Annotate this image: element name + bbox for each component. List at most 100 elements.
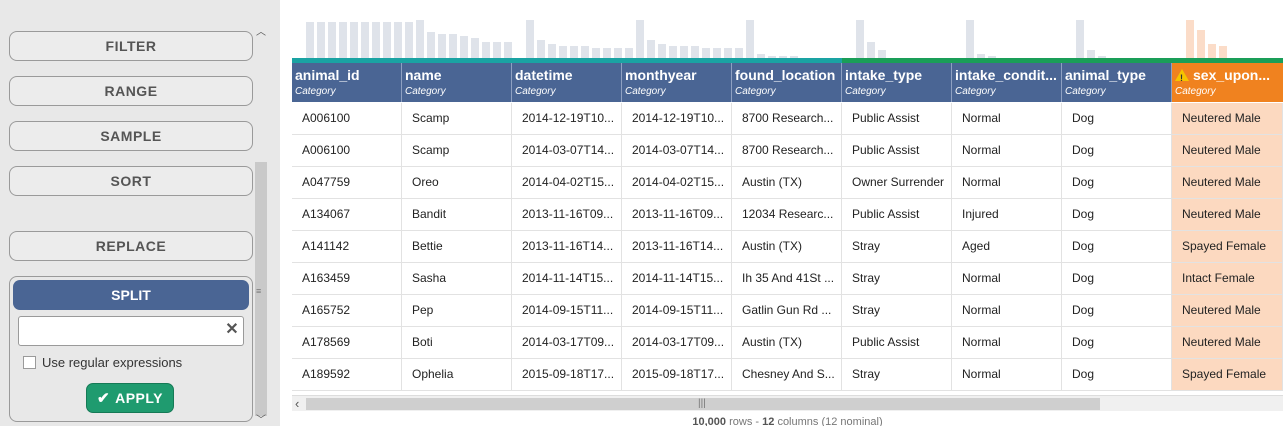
replace-button[interactable]: REPLACE — [9, 231, 253, 261]
table-cell[interactable]: 2015-09-18T17... — [622, 359, 732, 391]
table-cell[interactable]: A141142 — [292, 231, 402, 263]
table-cell[interactable]: 2013-11-16T14... — [512, 231, 622, 263]
table-cell[interactable]: Public Assist — [842, 327, 952, 359]
table-cell[interactable]: Owner Surrender — [842, 167, 952, 199]
table-cell[interactable]: A165752 — [292, 295, 402, 327]
table-cell[interactable]: Normal — [952, 295, 1062, 327]
table-cell[interactable]: 2013-11-16T09... — [622, 199, 732, 231]
table-cell[interactable]: 2014-12-19T10... — [622, 103, 732, 135]
column-header[interactable]: found_location Category — [732, 63, 842, 102]
table-cell[interactable]: Public Assist — [842, 135, 952, 167]
table-cell[interactable]: 2013-11-16T09... — [512, 199, 622, 231]
column-header[interactable]: intake_type Category — [842, 63, 952, 102]
table-cell[interactable]: Neutered Male — [1172, 103, 1283, 135]
table-cell[interactable]: Normal — [952, 135, 1062, 167]
table-cell[interactable]: Stray — [842, 263, 952, 295]
table-cell[interactable]: 2015-09-18T17... — [512, 359, 622, 391]
table-cell[interactable]: Normal — [952, 327, 1062, 359]
column-header[interactable]: monthyear Category — [622, 63, 732, 102]
table-cell[interactable]: A047759 — [292, 167, 402, 199]
table-cell[interactable]: Neutered Male — [1172, 295, 1283, 327]
table-cell[interactable]: Injured — [952, 199, 1062, 231]
table-cell[interactable]: Pep — [402, 295, 512, 327]
splitter[interactable] — [268, 0, 280, 426]
table-cell[interactable]: Ih 35 And 41St ... — [732, 263, 842, 295]
table-cell[interactable]: 2014-12-19T10... — [512, 103, 622, 135]
range-button[interactable]: RANGE — [9, 76, 253, 106]
column-header[interactable]: animal_type Category — [1062, 63, 1172, 102]
filter-button[interactable]: FILTER — [9, 31, 253, 61]
table-cell[interactable]: A189592 — [292, 359, 402, 391]
table-cell[interactable]: Aged — [952, 231, 1062, 263]
table-cell[interactable]: Public Assist — [842, 103, 952, 135]
column-header[interactable]: animal_id Category — [292, 63, 402, 102]
table-cell[interactable]: 2014-04-02T15... — [512, 167, 622, 199]
split-button[interactable]: SPLIT — [13, 280, 249, 310]
split-input[interactable] — [18, 316, 244, 346]
table-cell[interactable]: Spayed Female — [1172, 359, 1283, 391]
table-cell[interactable]: Dog — [1062, 295, 1172, 327]
table-cell[interactable]: Austin (TX) — [732, 327, 842, 359]
scroll-down-icon[interactable]: ﹀ — [256, 416, 266, 426]
table-cell[interactable]: Dog — [1062, 231, 1172, 263]
sort-button[interactable]: SORT — [9, 166, 253, 196]
table-cell[interactable]: 2013-11-16T14... — [622, 231, 732, 263]
table-cell[interactable]: Intact Female — [1172, 263, 1283, 295]
column-histogram[interactable] — [952, 0, 1062, 63]
table-cell[interactable]: Scamp — [402, 135, 512, 167]
column-histogram[interactable] — [842, 0, 952, 63]
table-cell[interactable]: A134067 — [292, 199, 402, 231]
table-cell[interactable]: 2014-11-14T15... — [622, 263, 732, 295]
table-cell[interactable]: 2014-03-07T14... — [512, 135, 622, 167]
column-histogram[interactable] — [622, 0, 743, 63]
table-cell[interactable]: 2014-09-15T11... — [512, 295, 622, 327]
table-cell[interactable]: 2014-09-15T11... — [622, 295, 732, 327]
table-cell[interactable]: Chesney And S... — [732, 359, 842, 391]
table-cell[interactable]: Neutered Male — [1172, 167, 1283, 199]
column-histogram[interactable] — [512, 0, 633, 63]
table-cell[interactable]: 12034 Researc... — [732, 199, 842, 231]
table-cell[interactable]: Normal — [952, 167, 1062, 199]
table-cell[interactable]: Public Assist — [842, 199, 952, 231]
table-cell[interactable]: Stray — [842, 359, 952, 391]
table-cell[interactable]: A006100 — [292, 103, 402, 135]
table-cell[interactable]: Dog — [1062, 327, 1172, 359]
table-cell[interactable]: Stray — [842, 231, 952, 263]
regex-checkbox[interactable] — [23, 355, 36, 369]
table-cell[interactable]: Ophelia — [402, 359, 512, 391]
column-histogram[interactable] — [732, 0, 842, 63]
table-cell[interactable]: 2014-11-14T15... — [512, 263, 622, 295]
column-histogram[interactable] — [1172, 0, 1283, 63]
table-cell[interactable]: Boti — [402, 327, 512, 359]
table-cell[interactable]: 2014-03-07T14... — [622, 135, 732, 167]
table-cell[interactable]: Neutered Male — [1172, 135, 1283, 167]
table-cell[interactable]: Spayed Female — [1172, 231, 1283, 263]
table-cell[interactable]: Scamp — [402, 103, 512, 135]
table-cell[interactable]: Neutered Male — [1172, 199, 1283, 231]
table-cell[interactable]: Dog — [1062, 167, 1172, 199]
table-hscrollbar[interactable]: ‹ ||| — [292, 395, 1283, 411]
table-cell[interactable]: Dog — [1062, 359, 1172, 391]
column-histogram[interactable] — [402, 0, 512, 63]
table-cell[interactable]: 8700 Research... — [732, 135, 842, 167]
table-cell[interactable]: Dog — [1062, 263, 1172, 295]
table-cell[interactable]: Gatlin Gun Rd ... — [732, 295, 842, 327]
scroll-left-icon[interactable]: ‹ — [295, 396, 299, 412]
table-cell[interactable]: Normal — [952, 103, 1062, 135]
table-cell[interactable]: A178569 — [292, 327, 402, 359]
table-cell[interactable]: Normal — [952, 359, 1062, 391]
table-cell[interactable]: A163459 — [292, 263, 402, 295]
clear-icon[interactable]: ✕ — [224, 320, 240, 340]
table-cell[interactable]: Austin (TX) — [732, 167, 842, 199]
table-cell[interactable]: Dog — [1062, 135, 1172, 167]
table-cell[interactable]: 2014-04-02T15... — [622, 167, 732, 199]
table-cell[interactable]: 2014-03-17T09... — [622, 327, 732, 359]
scroll-up-icon[interactable]: ︿ — [256, 28, 266, 38]
column-histogram[interactable] — [1062, 0, 1172, 63]
table-cell[interactable]: Dog — [1062, 103, 1172, 135]
table-cell[interactable]: Oreo — [402, 167, 512, 199]
column-header[interactable]: name Category — [402, 63, 512, 102]
apply-button[interactable]: ✔ APPLY — [86, 383, 174, 413]
table-cell[interactable]: 2014-03-17T09... — [512, 327, 622, 359]
table-cell[interactable]: Bettie — [402, 231, 512, 263]
